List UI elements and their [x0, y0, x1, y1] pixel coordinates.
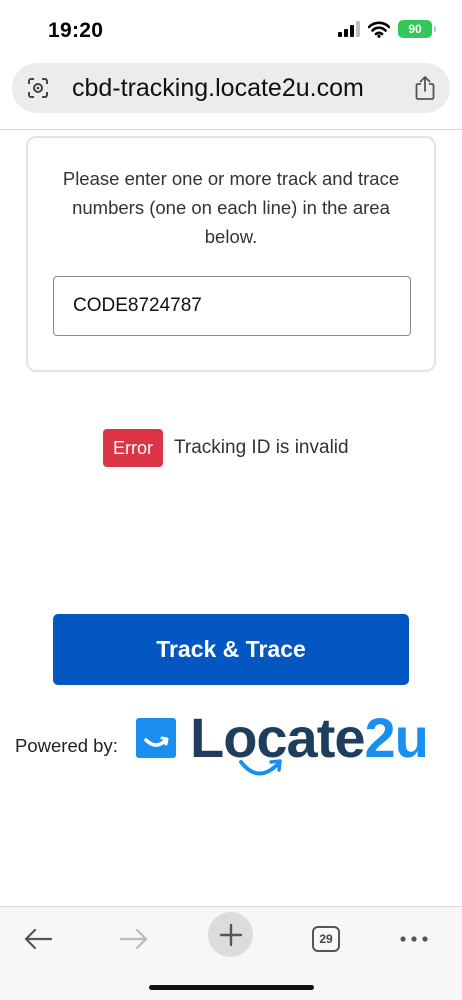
- status-bar: 19:20 90: [0, 0, 462, 60]
- error-message: Tracking ID is invalid: [174, 437, 349, 458]
- wifi-icon: [368, 21, 390, 38]
- share-icon[interactable]: [414, 75, 436, 101]
- new-tab-button[interactable]: [208, 912, 253, 957]
- plus-icon: [219, 923, 242, 946]
- locate2u-logo[interactable]: Locate 2u: [190, 706, 429, 779]
- tabs-button[interactable]: 29: [304, 917, 348, 961]
- back-button[interactable]: [16, 917, 60, 961]
- battery-level: 90: [408, 22, 422, 36]
- forward-arrow-icon: [119, 928, 148, 950]
- locate2u-logo-icon[interactable]: [136, 718, 176, 758]
- powered-by-label: Powered by:: [15, 735, 118, 756]
- page-top-divider: [0, 129, 462, 130]
- logo-swoosh-icon: [239, 759, 282, 776]
- logo-text-2u: 2u: [364, 706, 429, 769]
- more-button[interactable]: [392, 917, 436, 961]
- track-and-trace-button[interactable]: Track & Trace: [53, 614, 409, 685]
- tab-count: 29: [319, 932, 333, 946]
- battery-icon: 90: [398, 20, 436, 38]
- google-lens-icon[interactable]: [26, 76, 50, 100]
- home-indicator: [149, 985, 314, 990]
- error-badge: Error: [103, 429, 163, 467]
- tracking-card: Please enter one or more track and trace…: [26, 136, 436, 372]
- status-time: 19:20: [48, 19, 104, 42]
- tracking-number-input[interactable]: [53, 276, 411, 336]
- url-text[interactable]: cbd-tracking.locate2u.com: [72, 74, 364, 103]
- status-icons: 90: [338, 20, 436, 38]
- tabs-icon: 29: [312, 926, 340, 952]
- more-icon: [400, 936, 428, 942]
- forward-button[interactable]: [112, 917, 156, 961]
- address-bar[interactable]: cbd-tracking.locate2u.com: [12, 63, 450, 113]
- back-arrow-icon: [24, 928, 53, 950]
- error-row: Error Tracking ID is invalid: [103, 429, 349, 467]
- signal-icon: [338, 21, 360, 37]
- smile-icon: [144, 736, 169, 747]
- instructions-text: Please enter one or more track and trace…: [62, 168, 400, 247]
